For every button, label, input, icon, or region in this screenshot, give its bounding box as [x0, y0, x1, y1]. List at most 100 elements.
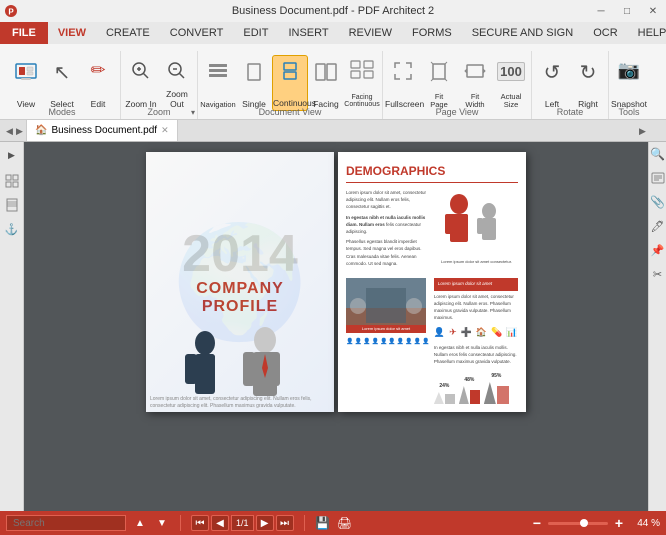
select-button[interactable]: ↖ Select — [44, 55, 80, 111]
right-col-icons: Lorem ipsum dolor sit amet consectetur. — [435, 189, 518, 270]
snapshot-icon: 📷 — [618, 60, 640, 81]
red-banner: Lorem ipsum dolor sit amet — [434, 278, 518, 291]
right-tool-clip[interactable]: 📎 — [650, 194, 666, 210]
menu-create[interactable]: CREATE — [96, 22, 160, 44]
fit-width-icon — [464, 61, 486, 86]
edit-button[interactable]: ✏ Edit — [80, 55, 116, 111]
right-lorem-1: Lorem ipsum dolor sit amet, consectetur … — [434, 293, 518, 322]
pageview-buttons: Fullscreen FitPage — [385, 55, 529, 111]
menu-edit[interactable]: EDIT — [233, 22, 278, 44]
zoom-thumb — [580, 519, 588, 527]
tools-buttons: 📷 Snapshot — [611, 55, 647, 111]
sidebar-bookmarks-btn[interactable] — [3, 196, 21, 214]
minimize-button[interactable]: ─ — [588, 0, 614, 22]
stat-icon-2: ✈ — [449, 326, 457, 340]
pageview-group-label: Page View — [383, 107, 531, 117]
tab-scroll-right[interactable]: ▶ — [637, 120, 648, 142]
prev-page-btn[interactable]: ◀ — [211, 515, 229, 531]
right-tool-pin[interactable]: 📌 — [650, 242, 666, 258]
search-next-btn[interactable]: ▼ — [154, 515, 170, 531]
menu-convert[interactable]: CONVERT — [160, 22, 234, 44]
search-prev-btn[interactable]: ▲ — [132, 515, 148, 531]
right-tool-pen[interactable]: 🖊 — [650, 218, 666, 234]
last-page-btn[interactable]: ⏭ — [276, 515, 294, 531]
menu-forms[interactable]: FORMS — [402, 22, 462, 44]
photo-placeholder: Lorem ipsum dolor sit amet — [346, 278, 426, 333]
app-logo: P — [4, 4, 18, 18]
print-btn[interactable]: 🖨 — [337, 515, 353, 531]
zoom-dropdown[interactable]: ▾ — [191, 108, 195, 117]
zoom-out-button[interactable]: Zoom Out — [159, 55, 195, 111]
actual-size-button[interactable]: 100 ActualSize — [493, 55, 529, 111]
zoom-control: − + 44 % — [529, 515, 660, 531]
right-tool-search[interactable]: 🔍 — [650, 146, 666, 162]
single-button[interactable]: Single — [236, 55, 272, 111]
chart-bar-3: 95% — [484, 373, 509, 404]
photo-caption-text: Lorem ipsum dolor sit amet — [346, 325, 426, 333]
photo-col: Lorem ipsum dolor sit amet 👤 👤 👤 👤 👤 👤 — [346, 278, 430, 404]
zoom-out-status-btn[interactable]: − — [529, 515, 545, 531]
chart-shape-1 — [434, 392, 444, 404]
maximize-button[interactable]: □ — [614, 0, 640, 22]
menu-review[interactable]: REVIEW — [339, 22, 402, 44]
rotate-group-label: Rotate — [532, 107, 608, 117]
chart-shape-3 — [459, 386, 469, 404]
menu-help[interactable]: HELP — [628, 22, 666, 44]
rotate-right-button[interactable]: ↻ Right — [570, 55, 606, 111]
close-tab-button[interactable]: ✕ — [161, 125, 169, 136]
fullscreen-button[interactable]: Fullscreen — [385, 55, 421, 111]
page-indicator: 1 / 1 — [231, 515, 254, 531]
zoom-slider[interactable] — [548, 522, 608, 525]
next-page-btn[interactable]: ▶ — [256, 515, 274, 531]
sidebar-anchor-btn[interactable]: ⚓ — [3, 220, 21, 238]
left-page-footer: Lorem ipsum dolor sit amet, consectetur … — [150, 396, 330, 410]
continuous-button[interactable]: Continuous — [272, 55, 308, 111]
tabs-area: ◀ ▶ 🏠 Business Document.pdf ✕ ▶ — [0, 120, 666, 142]
menu-view[interactable]: VIEW — [48, 22, 96, 44]
chart-mini: 24% 48% — [434, 373, 518, 404]
menu-file[interactable]: FILE — [0, 22, 48, 44]
snapshot-button[interactable]: 📷 Snapshot — [611, 55, 647, 111]
menu-insert[interactable]: INSERT — [278, 22, 338, 44]
red-banner-text: Lorem ipsum dolor sit amet — [438, 281, 492, 288]
menu-secure[interactable]: SECURE AND SIGN — [462, 22, 583, 44]
menu-ocr[interactable]: OCR — [583, 22, 627, 44]
close-button[interactable]: ✕ — [640, 0, 666, 22]
chart-shape-6 — [497, 386, 509, 404]
zoom-percentage: 44 % — [630, 518, 660, 529]
right-tool-scissors[interactable]: ✂ — [650, 266, 666, 282]
fit-page-icon — [429, 61, 449, 88]
ribbon: View ↖ Select ✏ Edit Modes — [0, 44, 666, 120]
lorem-para-3: Phasellus egestas blandit imperdiet temp… — [346, 238, 429, 267]
search-input[interactable] — [6, 515, 126, 531]
pdf-page-left: 🌍 2014 COMPANY PROFILE — [146, 152, 334, 412]
zoom-in-status-btn[interactable]: + — [611, 515, 627, 531]
lorem-para-2: In egestas nibh et nulla iaculis mollis … — [346, 214, 429, 236]
first-page-btn[interactable]: ⏮ — [191, 515, 209, 531]
rotate-right-icon: ↻ — [580, 60, 597, 85]
right-top-cols: Lorem ipsum dolor sit amet, consectetur … — [346, 189, 518, 270]
facing-continuous-button[interactable]: FacingContinuous — [344, 55, 380, 111]
navigation-button[interactable]: Navigation — [200, 55, 236, 111]
view-icon — [13, 60, 39, 86]
fit-page-button[interactable]: FitPage — [421, 55, 457, 111]
right-lorem-2: In egestas nibh et nulla iaculis mollis.… — [434, 344, 518, 366]
document-view[interactable]: 🌍 2014 COMPANY PROFILE — [24, 142, 648, 511]
right-tool-highlight[interactable] — [650, 170, 666, 186]
facing-button[interactable]: Facing — [308, 55, 344, 111]
save-btn[interactable]: 💾 — [315, 515, 331, 531]
rotate-left-button[interactable]: ↺ Left — [534, 55, 570, 111]
fit-width-button[interactable]: FitWidth — [457, 55, 493, 111]
tab-nav-next[interactable]: ▶ — [14, 120, 25, 142]
document-tab[interactable]: 🏠 Business Document.pdf ✕ — [26, 119, 178, 141]
chart-pct-1: 24% — [439, 383, 449, 391]
window-controls: ─ □ ✕ — [588, 0, 666, 22]
navigation-icon — [207, 60, 229, 87]
zoom-in-button[interactable]: Zoom In — [123, 55, 159, 111]
facing-icon — [315, 62, 337, 87]
titlebar: P Business Document.pdf - PDF Architect … — [0, 0, 666, 22]
sidebar-toggle-btn[interactable]: ▶ — [3, 146, 21, 164]
sidebar-thumbnails-btn[interactable] — [3, 172, 21, 190]
right-sidebar: 🔍 📎 🖊 📌 ✂ — [648, 142, 666, 511]
view-button[interactable]: View — [8, 55, 44, 111]
